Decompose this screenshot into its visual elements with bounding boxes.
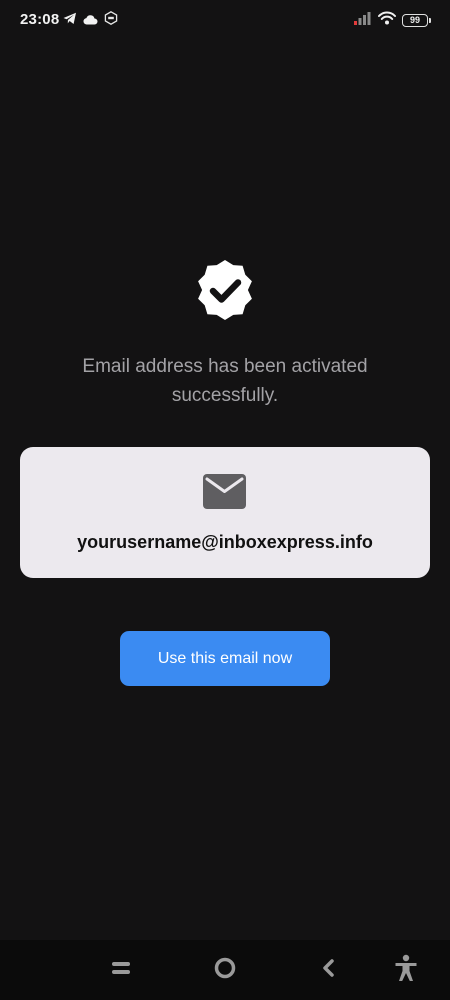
use-email-button[interactable]: Use this email now bbox=[120, 631, 330, 686]
accessibility-button[interactable] bbox=[378, 940, 434, 1000]
home-button[interactable] bbox=[197, 940, 253, 1000]
verified-check-icon bbox=[189, 254, 261, 326]
vpn-badge-icon bbox=[104, 11, 118, 30]
signal-icon bbox=[354, 11, 372, 30]
back-button[interactable] bbox=[300, 940, 356, 1000]
status-right-icons: 99 bbox=[354, 11, 431, 30]
success-message: Email address has been activated success… bbox=[82, 356, 368, 406]
accessibility-icon bbox=[394, 954, 418, 987]
status-left-icons bbox=[63, 11, 118, 30]
wifi-icon bbox=[378, 11, 396, 30]
telegram-icon bbox=[63, 12, 77, 30]
battery-icon: 99 bbox=[402, 14, 431, 27]
recents-icon bbox=[112, 960, 130, 981]
email-address[interactable]: yourusername@inboxexpress.info bbox=[20, 532, 430, 553]
recents-button[interactable] bbox=[93, 940, 149, 1000]
home-icon bbox=[214, 957, 236, 984]
mail-icon bbox=[203, 474, 246, 509]
status-bar: 23:08 99 bbox=[0, 0, 450, 40]
battery-level: 99 bbox=[409, 15, 420, 25]
navigation-bar bbox=[0, 940, 450, 1000]
back-icon bbox=[321, 958, 335, 982]
status-time: 23:08 bbox=[20, 11, 60, 28]
cloud-icon bbox=[83, 12, 98, 30]
email-card: yourusername@inboxexpress.info bbox=[20, 447, 430, 578]
